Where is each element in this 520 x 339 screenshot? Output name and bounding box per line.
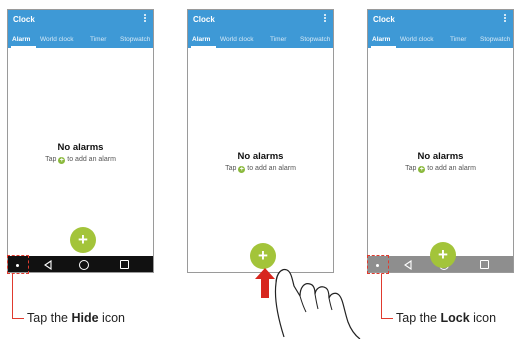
caption-prefix: Tap the xyxy=(396,311,441,325)
empty-title: No alarms xyxy=(57,142,104,153)
tab-world-clock[interactable]: World clock xyxy=(40,36,73,43)
hand-pointer-icon xyxy=(274,268,361,339)
callout-line-vertical xyxy=(12,274,14,319)
tab-timer[interactable]: Timer xyxy=(450,36,466,43)
tab-indicator xyxy=(191,46,216,48)
empty-prefix: Tap xyxy=(45,156,57,163)
lock-icon-highlight xyxy=(367,255,389,274)
tab-stopwatch[interactable]: Stopwatch xyxy=(300,36,330,43)
callout-line-horizontal xyxy=(12,318,24,320)
tab-timer[interactable]: Timer xyxy=(90,36,106,43)
tab-alarm[interactable]: Alarm xyxy=(192,36,210,43)
callout-line-vertical xyxy=(381,274,383,319)
more-vert-icon[interactable] xyxy=(143,14,147,24)
tab-bar: Alarm World clock Timer Stopwatch xyxy=(188,33,333,48)
empty-title: No alarms xyxy=(237,151,284,162)
phone-screen-3: Clock Alarm World clock Timer Stopwatch … xyxy=(367,9,514,273)
caption-suffix: icon xyxy=(469,311,497,325)
empty-suffix: to add an alarm xyxy=(427,165,476,172)
app-title: Clock xyxy=(373,15,395,24)
empty-title: No alarms xyxy=(417,151,464,162)
caption-hide: Tap the Hide icon xyxy=(27,311,125,325)
caption-lock: Tap the Lock icon xyxy=(396,311,496,325)
add-alarm-button[interactable]: + xyxy=(430,242,456,268)
plus-icon: + xyxy=(418,166,426,173)
caption-prefix: Tap the xyxy=(27,311,72,325)
tab-alarm[interactable]: Alarm xyxy=(372,36,390,43)
caption-suffix: icon xyxy=(98,311,125,325)
plus-icon: + xyxy=(58,157,66,164)
tab-stopwatch[interactable]: Stopwatch xyxy=(480,36,510,43)
tab-indicator xyxy=(11,46,36,48)
empty-subtitle: Tap + to add an alarm xyxy=(188,165,333,173)
tab-timer[interactable]: Timer xyxy=(270,36,286,43)
phone-screen-2: Clock Alarm World clock Timer Stopwatch … xyxy=(187,9,334,273)
tab-bar: Alarm World clock Timer Stopwatch xyxy=(368,33,513,48)
tab-bar: Alarm World clock Timer Stopwatch xyxy=(8,33,153,48)
tab-world-clock[interactable]: World clock xyxy=(400,36,433,43)
plus-icon: + xyxy=(238,166,246,173)
empty-subtitle: Tap + to add an alarm xyxy=(368,165,513,173)
empty-suffix: to add an alarm xyxy=(247,165,296,172)
more-vert-icon[interactable] xyxy=(323,14,327,24)
add-alarm-button[interactable]: + xyxy=(70,227,96,253)
back-icon[interactable] xyxy=(403,260,413,270)
recent-apps-icon[interactable] xyxy=(480,260,489,269)
phone-screen-1: Clock Alarm World clock Timer Stopwatch … xyxy=(7,9,154,273)
hide-icon-highlight xyxy=(7,255,29,274)
navigation-bar xyxy=(8,256,153,272)
callout-line-horizontal xyxy=(381,318,393,320)
back-icon[interactable] xyxy=(43,260,53,270)
tab-alarm[interactable]: Alarm xyxy=(12,36,30,43)
empty-suffix: to add an alarm xyxy=(67,156,116,163)
empty-prefix: Tap xyxy=(225,165,237,172)
more-vert-icon[interactable] xyxy=(503,14,507,24)
tab-stopwatch[interactable]: Stopwatch xyxy=(120,36,150,43)
home-icon[interactable] xyxy=(79,260,89,270)
tab-world-clock[interactable]: World clock xyxy=(220,36,253,43)
caption-keyword: Lock xyxy=(440,311,470,325)
empty-subtitle: Tap + to add an alarm xyxy=(8,156,153,164)
recent-apps-icon[interactable] xyxy=(120,260,129,269)
app-title: Clock xyxy=(13,15,35,24)
app-bar: Clock Alarm World clock Timer Stopwatch xyxy=(188,10,333,48)
app-bar: Clock Alarm World clock Timer Stopwatch xyxy=(8,10,153,48)
empty-prefix: Tap xyxy=(405,165,417,172)
caption-keyword: Hide xyxy=(71,311,99,325)
app-bar: Clock Alarm World clock Timer Stopwatch xyxy=(368,10,513,48)
tab-indicator xyxy=(371,46,396,48)
app-title: Clock xyxy=(193,15,215,24)
